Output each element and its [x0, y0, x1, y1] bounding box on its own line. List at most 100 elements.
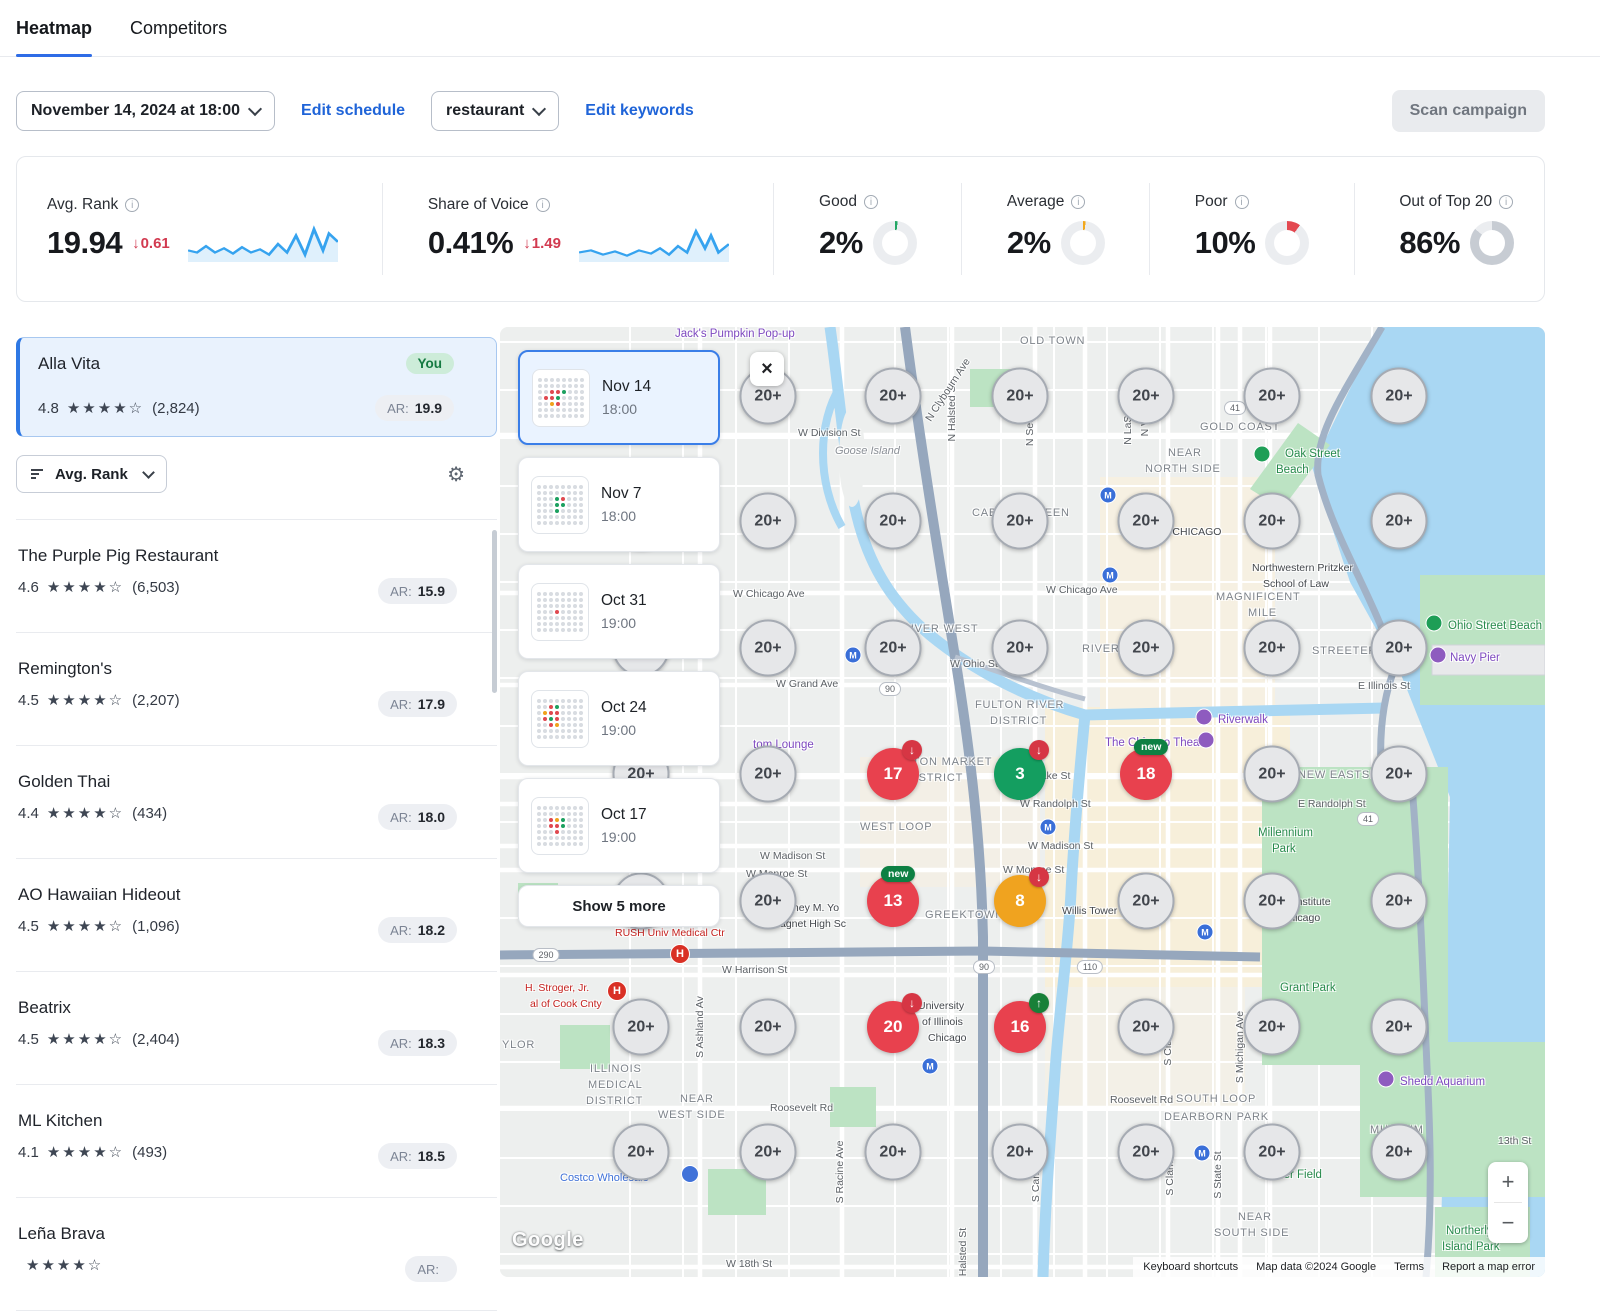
map-pin[interactable]: 20+ — [1371, 368, 1428, 425]
scan-time: 19:00 — [601, 829, 647, 845]
edit-schedule-link[interactable]: Edit schedule — [301, 102, 405, 120]
map-pin[interactable]: 20+ — [613, 1124, 670, 1181]
ar-label: AR: — [390, 1149, 412, 1164]
avg-rank-pill: AR:18.5 — [378, 1143, 457, 1169]
scan-history-item[interactable]: Oct 3119:00 — [518, 564, 720, 659]
map-pin[interactable]: 20+ — [1244, 873, 1301, 930]
map-pin[interactable]: 20+ — [1118, 1124, 1175, 1181]
map-pin[interactable]: 20+ — [1118, 493, 1175, 550]
edit-keywords-link[interactable]: Edit keywords — [585, 102, 693, 120]
keyboard-shortcuts-link[interactable]: Keyboard shortcuts — [1143, 1261, 1238, 1273]
list-item[interactable]: ML Kitchen4.1★★★★☆(493)AR:18.5 — [16, 1085, 497, 1198]
map-pin[interactable]: 20+ — [740, 620, 797, 677]
zoom-out-button[interactable]: − — [1488, 1203, 1528, 1243]
map-pin[interactable]: 20+ — [1371, 1124, 1428, 1181]
tab-competitors[interactable]: Competitors — [130, 0, 227, 56]
map-pin-ranked[interactable]: 16↑ — [994, 1001, 1046, 1053]
avg-rank-pill: AR: 19.9 — [375, 395, 454, 421]
rank-down-badge: ↓ — [1029, 867, 1049, 887]
map-pin-ranked[interactable]: 3↓ — [994, 748, 1046, 800]
map-pin[interactable]: 20+ — [1371, 746, 1428, 803]
map-pin[interactable]: 20+ — [992, 368, 1049, 425]
map-pin-ranked[interactable]: 20↓ — [867, 1001, 919, 1053]
sort-select[interactable]: Avg. Rank — [16, 455, 167, 493]
map-pin[interactable]: 20+ — [865, 368, 922, 425]
map-pin[interactable]: 20+ — [992, 493, 1049, 550]
map-pin[interactable]: 20+ — [1118, 999, 1175, 1056]
mini-heatmap-icon — [532, 369, 590, 427]
map-pin-ranked[interactable]: 13new — [867, 875, 919, 927]
map-pin[interactable]: 20+ — [740, 746, 797, 803]
list-item[interactable]: Beatrix4.5★★★★☆(2,404)AR:18.3 — [16, 972, 497, 1085]
google-logo[interactable]: Google — [512, 1229, 584, 1252]
list-scrollbar[interactable] — [492, 530, 497, 693]
map-pin[interactable]: 20+ — [992, 620, 1049, 677]
map-pin[interactable]: 20+ — [992, 1124, 1049, 1181]
close-icon[interactable]: × — [750, 352, 784, 386]
info-icon[interactable]: i — [864, 195, 878, 209]
map-pin[interactable]: 20+ — [1118, 368, 1175, 425]
report-error-link[interactable]: Report a map error — [1442, 1261, 1535, 1273]
scan-history-text: Nov 1418:00 — [602, 378, 651, 417]
terms-link[interactable]: Terms — [1394, 1261, 1424, 1273]
scan-history-item[interactable]: Nov 718:00 — [518, 457, 720, 552]
list-item[interactable]: Golden Thai4.4★★★★☆(434)AR:18.0 — [16, 746, 497, 859]
info-icon[interactable]: i — [536, 198, 550, 212]
map-pin[interactable]: 20+ — [865, 1124, 922, 1181]
tab-competitors-label: Competitors — [130, 18, 227, 39]
list-item[interactable]: Leña Brava★★★★☆AR: — [16, 1198, 497, 1311]
info-icon[interactable]: i — [1235, 195, 1249, 209]
map-pin[interactable]: 20+ — [1244, 1124, 1301, 1181]
map-pin[interactable]: 20+ — [1244, 746, 1301, 803]
stat-label: Poori — [1195, 193, 1310, 211]
scan-history-item[interactable]: Nov 1418:00 — [518, 350, 720, 445]
map-pin[interactable]: 20+ — [613, 999, 670, 1056]
map-pin-ranked[interactable]: 8↓ — [994, 875, 1046, 927]
date-select[interactable]: November 14, 2024 at 18:00 — [16, 91, 275, 131]
zoom-in-button[interactable]: + — [1488, 1162, 1528, 1202]
map-pin[interactable]: 20+ — [865, 493, 922, 550]
scan-campaign-button[interactable]: Scan campaign — [1392, 90, 1545, 132]
divider — [1149, 183, 1150, 275]
map-pin[interactable]: 20+ — [865, 620, 922, 677]
map-pin-ranked[interactable]: 17↓ — [867, 748, 919, 800]
map-pin[interactable]: 20+ — [740, 1124, 797, 1181]
rating-value: 4.1 — [18, 1144, 39, 1161]
mini-heatmap-icon — [531, 797, 589, 855]
tab-heatmap[interactable]: Heatmap — [16, 0, 92, 56]
scan-history-item[interactable]: Oct 2419:00 — [518, 671, 720, 766]
map-pin[interactable]: 20+ — [1244, 620, 1301, 677]
map-pin-ranked[interactable]: 18new — [1120, 748, 1172, 800]
map-pin[interactable]: 20+ — [1371, 493, 1428, 550]
map-pin[interactable]: 20+ — [1118, 620, 1175, 677]
rating-value: 4.8 — [38, 400, 59, 417]
list-item[interactable]: The Purple Pig Restaurant4.6★★★★☆(6,503)… — [16, 520, 497, 633]
map-pin[interactable]: 20+ — [1371, 873, 1428, 930]
list-item[interactable]: AO Hawaiian Hideout4.5★★★★☆(1,096)AR:18.… — [16, 859, 497, 972]
map-data-credit[interactable]: Map data ©2024 Google — [1256, 1261, 1376, 1273]
map-pin[interactable]: 20+ — [1118, 873, 1175, 930]
show-more-button[interactable]: Show 5 more — [518, 885, 720, 927]
map-pin[interactable]: 20+ — [1244, 368, 1301, 425]
map-pin[interactable]: 20+ — [1244, 493, 1301, 550]
settings-gear-icon[interactable]: ⚙ — [443, 458, 469, 491]
scan-history-panel: Nov 1418:00 Nov 718:00 Oct 3119:00 Oct 2419… — [518, 350, 720, 927]
business-info: AO Hawaiian Hideout4.5★★★★☆(1,096) — [18, 885, 181, 971]
map-pin[interactable]: 20+ — [1371, 620, 1428, 677]
heatmap-map[interactable]: OLD TOWNGOLD COASTNEARNORTH SIDECABRINI-… — [500, 327, 1545, 1277]
list-item[interactable]: Remington's4.5★★★★☆(2,207)AR:17.9 — [16, 633, 497, 746]
map-pin[interactable]: 20+ — [1371, 999, 1428, 1056]
info-icon[interactable]: i — [1071, 195, 1085, 209]
stat-value: 19.94 — [47, 225, 122, 261]
info-icon[interactable]: i — [125, 198, 139, 212]
map-pin[interactable]: 20+ — [1244, 999, 1301, 1056]
your-business-card[interactable]: Alla Vita You 4.8 ★★★★☆ (2,824) AR: 19.9 — [16, 337, 497, 437]
keyword-select[interactable]: restaurant — [431, 91, 559, 131]
map-pin[interactable]: 20+ — [740, 493, 797, 550]
info-icon[interactable]: i — [1499, 195, 1513, 209]
map-pin[interactable]: 20+ — [740, 873, 797, 930]
scan-history-item[interactable]: Oct 1719:00 — [518, 778, 720, 873]
sort-icon — [30, 467, 46, 481]
map-pin[interactable]: 20+ — [740, 999, 797, 1056]
scan-time: 18:00 — [602, 401, 651, 417]
